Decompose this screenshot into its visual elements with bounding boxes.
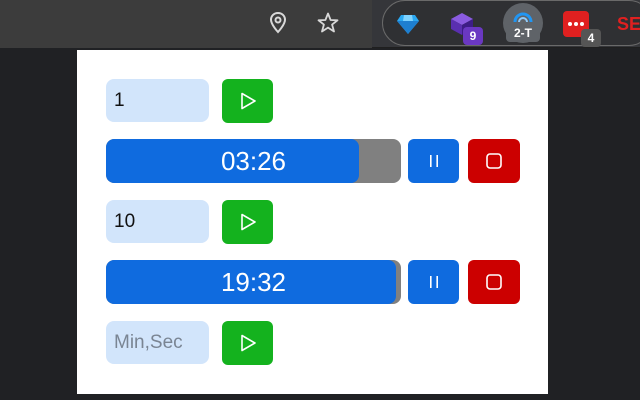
stop-icon [486, 274, 502, 290]
bookmark-star-icon[interactable] [312, 7, 344, 39]
new-timer-input[interactable] [106, 321, 209, 364]
timer-1-time-display: 03:26 [220, 145, 287, 176]
timer-2-time-display: 19:32 [220, 266, 287, 297]
se-logo-icon[interactable]: SE [617, 7, 640, 41]
gem-icon[interactable] [391, 7, 425, 41]
timer-1-stop-button[interactable] [468, 139, 520, 183]
timer-2-stop-button[interactable] [468, 260, 520, 304]
pause-icon [429, 155, 438, 167]
extension-badge: 4 [581, 29, 601, 47]
timer-extension-icon[interactable]: 2-T [503, 3, 543, 43]
extension-badge: 2-T [506, 24, 540, 42]
timer-popup: 03:26 19:32 [77, 50, 548, 394]
stop-icon [486, 153, 502, 169]
address-bar-end[interactable] [0, 0, 372, 48]
timer-2-minutes-input[interactable] [106, 200, 209, 243]
extensions-area: 9 2-T 4 SE [382, 0, 640, 47]
timer-2-play-button[interactable] [222, 200, 273, 244]
timer-1-pause-button[interactable] [408, 139, 459, 183]
red-app-icon[interactable]: 4 [559, 7, 601, 47]
play-icon [240, 213, 256, 231]
timer-1-minutes-input[interactable] [106, 79, 209, 122]
timer-1-progress-bar: 03:26 [106, 139, 401, 183]
browser-toolbar: 9 2-T 4 SE [0, 0, 640, 48]
timer-2-progress-bar: 19:32 [106, 260, 401, 304]
extension-badge: 9 [463, 27, 483, 45]
timer-2-pause-button[interactable] [408, 260, 459, 304]
play-icon [240, 334, 256, 352]
pause-icon [429, 276, 438, 288]
new-timer-play-button[interactable] [222, 321, 273, 365]
timer-1-play-button[interactable] [222, 79, 273, 123]
se-logo-text: SE [617, 13, 640, 34]
purple-cube-icon[interactable]: 9 [445, 7, 483, 45]
play-icon [240, 92, 256, 110]
location-pin-icon[interactable] [262, 7, 294, 39]
